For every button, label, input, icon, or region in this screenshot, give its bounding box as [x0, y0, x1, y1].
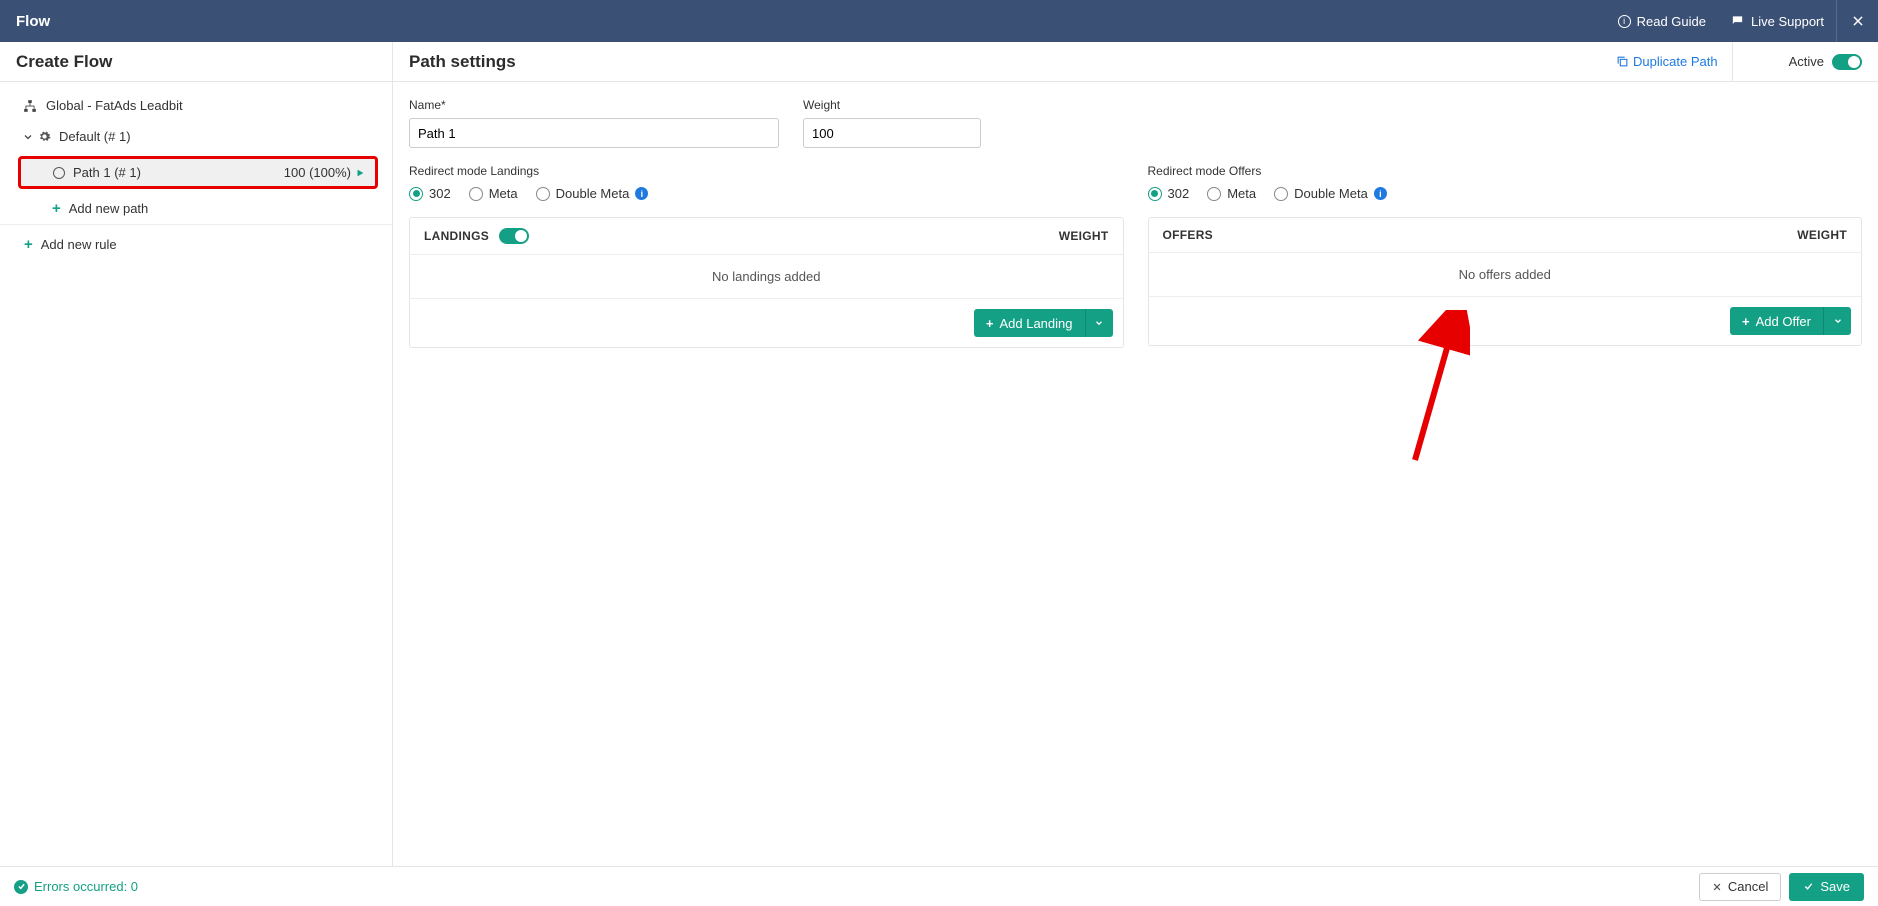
offers-panel: OFFERS WEIGHT No offers added + Add Offe…: [1148, 217, 1863, 346]
errors-label: Errors occurred: 0: [34, 879, 138, 894]
save-label: Save: [1820, 879, 1850, 894]
close-icon: [1712, 882, 1722, 892]
offers-title: OFFERS: [1163, 228, 1213, 242]
sitemap-icon: [22, 99, 38, 113]
add-landing-label: Add Landing: [999, 316, 1072, 331]
copy-icon: [1616, 55, 1629, 68]
duplicate-path-button[interactable]: Duplicate Path: [1602, 42, 1733, 81]
check-icon: [14, 880, 28, 894]
radio-meta-label: Meta: [489, 186, 518, 201]
add-offer-button[interactable]: + Add Offer: [1730, 307, 1823, 335]
play-icon: [355, 168, 365, 178]
add-rule-label: Add new rule: [41, 237, 117, 252]
duplicate-label: Duplicate Path: [1633, 54, 1718, 69]
offers-column: Redirect mode Offers 302 Meta Double Met…: [1148, 164, 1863, 348]
add-offer-label: Add Offer: [1756, 314, 1811, 329]
sidebar-header: Create Flow: [0, 42, 392, 82]
save-button[interactable]: Save: [1789, 873, 1864, 901]
gear-icon: [38, 130, 51, 143]
weight-label: Weight: [803, 98, 981, 112]
chevron-down-icon: [1094, 318, 1104, 328]
path-item-weight: 100 (100%): [284, 165, 351, 180]
default-label: Default (# 1): [59, 129, 131, 144]
cancel-label: Cancel: [1728, 879, 1768, 894]
plus-icon: +: [1742, 314, 1750, 329]
sidebar-title: Create Flow: [16, 52, 112, 72]
radio-302-label: 302: [429, 186, 451, 201]
radio-302[interactable]: 302: [409, 186, 451, 201]
weight-input[interactable]: [803, 118, 981, 148]
topbar: Flow i Read Guide Live Support: [0, 0, 1878, 42]
add-path-button[interactable]: + Add new path: [0, 193, 392, 225]
radio-302-offers-label: 302: [1168, 186, 1190, 201]
radio-meta-offers-label: Meta: [1227, 186, 1256, 201]
sidebar-item-default[interactable]: Default (# 1): [0, 121, 392, 152]
read-guide-label: Read Guide: [1637, 14, 1706, 29]
sidebar-item-global[interactable]: Global - FatAds Leadbit: [0, 90, 392, 121]
info-icon[interactable]: i: [635, 187, 648, 200]
radio-double-meta-offers-label: Double Meta: [1294, 186, 1368, 201]
radio-double-meta-label: Double Meta: [556, 186, 630, 201]
global-label: Global - FatAds Leadbit: [46, 98, 183, 113]
main: Path settings Duplicate Path Active Name…: [393, 42, 1878, 906]
topbar-actions: i Read Guide Live Support: [1606, 0, 1878, 42]
landings-toggle[interactable]: [499, 228, 529, 244]
chat-icon: [1730, 14, 1745, 28]
chevron-down-icon: [22, 131, 34, 143]
cancel-button[interactable]: Cancel: [1699, 873, 1781, 901]
redirect-offers-label: Redirect mode Offers: [1148, 164, 1863, 178]
live-support-label: Live Support: [1751, 14, 1824, 29]
radio-empty-icon: [53, 167, 65, 179]
radio-meta[interactable]: Meta: [469, 186, 518, 201]
active-toggle[interactable]: [1832, 54, 1862, 70]
offers-weight-header: WEIGHT: [1797, 228, 1847, 242]
radio-meta-offers[interactable]: Meta: [1207, 186, 1256, 201]
name-field: Name*: [409, 98, 779, 148]
live-support-link[interactable]: Live Support: [1718, 0, 1836, 42]
radio-double-meta[interactable]: Double Meta i: [536, 186, 649, 201]
main-title: Path settings: [409, 52, 1602, 72]
main-header: Path settings Duplicate Path Active: [393, 42, 1878, 82]
redirect-landings-radios: 302 Meta Double Meta i: [409, 186, 1124, 201]
close-button[interactable]: [1836, 0, 1878, 42]
landings-title: LANDINGS: [424, 229, 489, 243]
plus-icon: +: [24, 237, 33, 252]
landings-panel: LANDINGS WEIGHT No landings added + Add …: [409, 217, 1124, 348]
active-toggle-wrap: Active: [1733, 54, 1862, 70]
weight-field: Weight: [803, 98, 981, 148]
landings-column: Redirect mode Landings 302 Meta Double M…: [409, 164, 1124, 348]
check-icon: [1803, 881, 1814, 892]
sidebar: Create Flow Global - FatAds Leadbit Defa…: [0, 42, 393, 906]
name-input[interactable]: [409, 118, 779, 148]
landings-weight-header: WEIGHT: [1059, 229, 1109, 243]
info-icon: i: [1618, 15, 1631, 28]
radio-302-offers[interactable]: 302: [1148, 186, 1190, 201]
redirect-landings-label: Redirect mode Landings: [409, 164, 1124, 178]
add-landing-dropdown[interactable]: [1085, 309, 1113, 337]
plus-icon: +: [52, 201, 61, 216]
add-rule-button[interactable]: + Add new rule: [0, 229, 392, 260]
landings-empty: No landings added: [410, 255, 1123, 299]
sidebar-path-item[interactable]: Path 1 (# 1) 100 (100%): [18, 156, 378, 189]
path-item-label: Path 1 (# 1): [73, 165, 284, 180]
plus-icon: +: [986, 316, 994, 331]
add-landing-button[interactable]: + Add Landing: [974, 309, 1085, 337]
active-label: Active: [1789, 54, 1824, 69]
close-icon: [1851, 14, 1865, 28]
name-label: Name*: [409, 98, 779, 112]
redirect-offers-radios: 302 Meta Double Meta i: [1148, 186, 1863, 201]
footer: Errors occurred: 0 Cancel Save: [0, 866, 1878, 906]
offers-empty: No offers added: [1149, 253, 1862, 297]
topbar-title: Flow: [16, 13, 1606, 30]
radio-double-meta-offers[interactable]: Double Meta i: [1274, 186, 1387, 201]
add-offer-dropdown[interactable]: [1823, 307, 1851, 335]
read-guide-link[interactable]: i Read Guide: [1606, 0, 1718, 42]
add-path-label: Add new path: [69, 201, 149, 216]
info-icon[interactable]: i: [1374, 187, 1387, 200]
chevron-down-icon: [1833, 316, 1843, 326]
errors-status[interactable]: Errors occurred: 0: [14, 879, 1699, 894]
